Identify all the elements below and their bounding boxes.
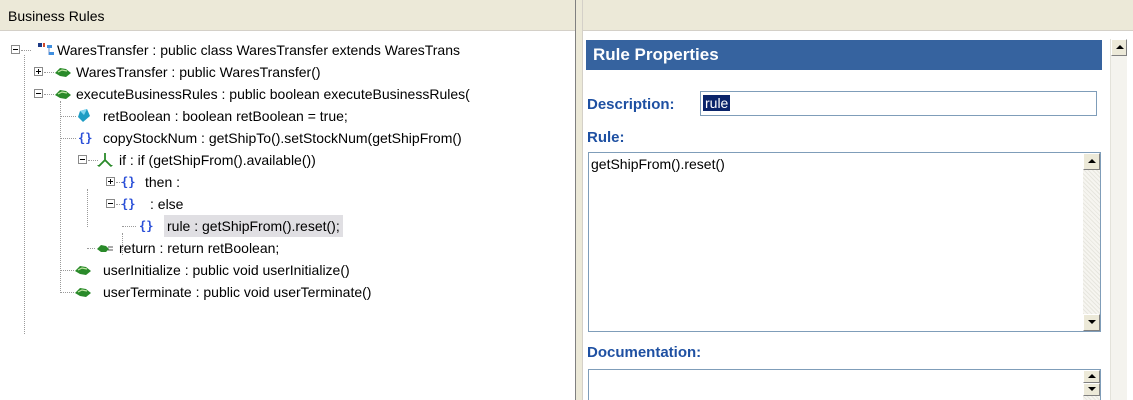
collapse-toggle[interactable] — [106, 199, 115, 208]
tree-node-label: return : return retBoolean; — [119, 240, 280, 256]
return-icon — [97, 245, 113, 252]
tree-line — [60, 138, 76, 139]
rule-label: Rule: — [587, 129, 625, 146]
svg-text:{}: {} — [139, 219, 153, 233]
tree-node-label-selected: rule : getShipFrom().reset(); — [164, 215, 343, 237]
tree-line — [60, 292, 74, 293]
braces-icon: {} — [139, 219, 153, 233]
tree-node-label: executeBusinessRules : public boolean ex… — [76, 86, 470, 102]
tree-node-class[interactable]: WaresTransfer : public class WaresTransf… — [0, 39, 575, 61]
rule-properties-panel: Rule Properties Description: rule Rule: … — [583, 0, 1133, 400]
properties-scrollbar[interactable] — [1110, 39, 1127, 400]
tree-node-label: WaresTransfer : public class WaresTransf… — [57, 42, 460, 58]
method-icon — [75, 266, 91, 275]
description-value: rule — [703, 95, 731, 111]
tree-node-block[interactable]: {} rule : getShipFrom().reset(); — [0, 215, 575, 237]
expand-toggle[interactable] — [34, 67, 43, 76]
tree-node-method[interactable]: executeBusinessRules : public boolean ex… — [0, 83, 575, 105]
svg-text:{}: {} — [121, 175, 135, 189]
scroll-down-button[interactable] — [1083, 314, 1100, 331]
rule-textarea[interactable]: getShipFrom().reset() — [588, 152, 1101, 332]
business-rules-panel: Business Rules WaresTransfer : public cl… — [0, 0, 575, 400]
properties-title: Rule Properties — [593, 45, 719, 64]
collapse-toggle[interactable] — [11, 45, 20, 54]
svg-text:{}: {} — [121, 197, 135, 211]
tree-node-label: WaresTransfer : public WaresTransfer() — [76, 64, 321, 80]
tree-node-label: : else — [150, 196, 184, 212]
tree-node-label: if : if (getShipFrom().available()) — [119, 152, 316, 168]
method-icon — [55, 68, 71, 77]
tree-node-label: userTerminate : public void userTerminat… — [103, 284, 372, 300]
tree-node-block[interactable]: {} copyStockNum : getShipTo().setStockNu… — [0, 127, 575, 149]
documentation-scrollbar[interactable] — [1083, 370, 1100, 400]
scroll-up-button[interactable] — [1083, 370, 1100, 383]
tree-line — [44, 94, 54, 95]
expand-toggle[interactable] — [106, 177, 115, 186]
tree-node-label: retBoolean : boolean retBoolean = true; — [103, 108, 348, 124]
documentation-label: Documentation: — [587, 344, 702, 361]
collapse-toggle[interactable] — [78, 155, 87, 164]
tree-line — [87, 248, 95, 249]
braces-icon: {} — [121, 197, 135, 211]
branch-icon — [97, 153, 113, 167]
tree-line — [60, 116, 76, 117]
properties-title-bar: Rule Properties — [586, 40, 1102, 70]
tree-line — [44, 72, 54, 73]
tree-node-label: copyStockNum : getShipTo().setStockNum(g… — [103, 130, 462, 146]
panel-header: Business Rules — [0, 0, 575, 31]
panel-header — [583, 0, 1133, 31]
tree-line — [21, 50, 31, 51]
rule-scrollbar[interactable] — [1083, 153, 1100, 331]
tree-node-variable[interactable]: retBoolean : boolean retBoolean = true; — [0, 105, 575, 127]
description-label: Description: — [587, 96, 675, 113]
rule-text: getShipFrom().reset() — [591, 156, 725, 172]
tree-node-method[interactable]: userInitialize : public void userInitial… — [0, 259, 575, 281]
tree-line — [122, 226, 136, 227]
braces-icon: {} — [78, 131, 92, 145]
class-icon — [38, 43, 54, 55]
variable-icon — [78, 109, 90, 122]
svg-text:{}: {} — [78, 131, 92, 145]
braces-icon: {} — [121, 175, 135, 189]
description-field[interactable]: rule — [700, 91, 1097, 116]
panel-title: Business Rules — [8, 8, 105, 24]
collapse-toggle[interactable] — [34, 89, 43, 98]
scroll-up-button[interactable] — [1083, 153, 1100, 170]
tree-node-branch[interactable]: if : if (getShipFrom().available()) — [0, 149, 575, 171]
tree-node-label: userInitialize : public void userInitial… — [103, 262, 350, 278]
tree-node-label: then : — [145, 174, 181, 190]
pane-splitter[interactable] — [575, 0, 583, 400]
tree-node-return[interactable]: return : return retBoolean; — [0, 237, 575, 259]
tree-node-block[interactable]: {} : else — [0, 193, 575, 215]
tree-line — [60, 270, 74, 271]
method-icon — [55, 90, 71, 99]
scroll-up-button[interactable] — [1111, 39, 1127, 56]
tree-node-method[interactable]: WaresTransfer : public WaresTransfer() — [0, 61, 575, 83]
tree-node-method[interactable]: userTerminate : public void userTerminat… — [0, 281, 575, 303]
rules-tree[interactable]: WaresTransfer : public class WaresTransf… — [0, 31, 575, 400]
method-icon — [75, 288, 91, 297]
documentation-textarea[interactable] — [588, 369, 1101, 400]
scroll-down-button[interactable] — [1083, 383, 1100, 396]
tree-node-block[interactable]: {} then : — [0, 171, 575, 193]
